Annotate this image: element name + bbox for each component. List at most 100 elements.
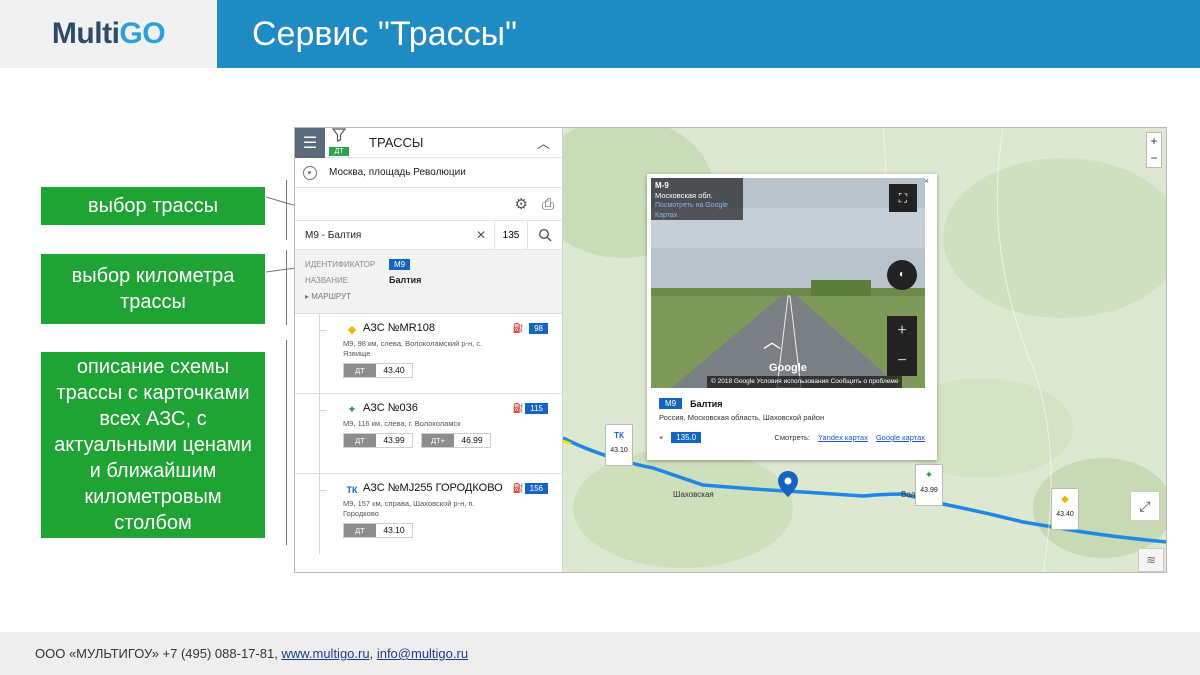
price-list: ДТ 43.10 xyxy=(343,523,562,538)
location-text: Москва, площадь Революции xyxy=(329,167,466,178)
sv-road: М-9 xyxy=(655,181,669,190)
rosneft-logo-icon: ◆ xyxy=(347,324,357,336)
station-address: М9, 98 км, слева, Волоколамский р-н, с. … xyxy=(343,339,483,358)
street-view-header: М-9 Московская обл. Посмотреть на Google… xyxy=(651,178,743,220)
tatneft-logo-icon: ✦ xyxy=(347,404,357,416)
map-zoom-control[interactable]: + − xyxy=(1146,132,1162,168)
route-input[interactable]: М9 - Балтия ✕ xyxy=(295,220,495,250)
app-window: ☰ ДТ ТРАССЫ ︿ Москва, площадь Революции … xyxy=(294,127,1167,573)
fuel-pump-icon: ⛽ xyxy=(512,323,524,333)
marker-price: 43.40 xyxy=(1056,511,1074,518)
filter-icon xyxy=(332,128,346,142)
route-scheme-line xyxy=(319,394,320,473)
footer-site-link[interactable]: www.multigo.ru xyxy=(281,646,369,661)
map-view[interactable]: +− Шаховская Воло...мск ТК 43.10 ✦ 43.99… xyxy=(563,128,1166,572)
price-item: ДТ+ 46.99 xyxy=(421,433,491,448)
popup-km-badge: 135.0 xyxy=(671,432,702,443)
google-watermark: Google xyxy=(769,362,807,374)
rosneft-logo-icon: ◆ xyxy=(1061,494,1069,505)
station-card[interactable]: ◆ АЗС №MR108 ⛽ 98 М9, 98 км, слева, Воло… xyxy=(295,314,562,394)
popup-info: М9 Балтия Россия, Московская область, Ша… xyxy=(659,398,925,443)
routes-panel: ☰ ДТ ТРАССЫ ︿ Москва, площадь Революции … xyxy=(295,128,563,572)
watch-label: Смотреть: xyxy=(774,433,810,442)
price-item: ДТ 43.40 xyxy=(343,363,413,378)
km-badge: 156 xyxy=(524,483,548,494)
footer-contacts: ООО «МУЛЬТИГОУ» +7 (495) 088-17-81, www.… xyxy=(35,646,468,661)
footer-company: ООО «МУЛЬТИГОУ» +7 (495) 088-17-81, xyxy=(35,646,278,661)
clear-icon[interactable]: ✕ xyxy=(476,228,486,242)
station-card[interactable]: ✦ АЗС №036 ⛽ 115 М9, 116 км, слева, г. В… xyxy=(295,394,562,474)
street-view-footer: © 2018 Google Условия использования Сооб… xyxy=(707,376,903,388)
map-station-marker[interactable]: ✦ 43.99 xyxy=(915,464,943,506)
google-maps-link[interactable]: Google картах xyxy=(876,433,925,442)
fuel-price: 46.99 xyxy=(461,435,483,445)
filter-button[interactable]: ДТ xyxy=(325,128,353,158)
tools-row: ⚙ ⎙ xyxy=(295,188,562,220)
tk-logo-icon: ТК xyxy=(614,431,624,440)
km-badge: 98 xyxy=(529,323,548,334)
station-card[interactable]: ТК АЗС №MJ255 ГОРОДКОВО ⛽ 156 М9, 157 км… xyxy=(295,474,562,554)
sv-region: Московская обл. xyxy=(655,191,713,200)
footer-separator: , xyxy=(369,646,374,661)
price-item: ДТ 43.10 xyxy=(343,523,413,538)
street-view[interactable]: М-9 Московская обл. Посмотреть на Google… xyxy=(651,178,925,388)
menu-button[interactable]: ☰ xyxy=(295,128,325,158)
street-view-zoom[interactable]: + − xyxy=(887,316,917,376)
expand-icon[interactable]: ⛶ xyxy=(889,184,917,212)
map-station-marker[interactable]: ◆ 43.40 xyxy=(1051,488,1079,530)
footer-email-link[interactable]: info@multigo.ru xyxy=(377,646,468,661)
footer: ООО «МУЛЬТИГОУ» +7 (495) 088-17-81, www.… xyxy=(0,632,1200,675)
popup-route-badge: М9 xyxy=(659,398,683,409)
print-icon[interactable]: ⎙ xyxy=(542,196,554,213)
name-value: Балтия xyxy=(389,275,422,285)
popup-address: Россия, Московская область, Шаховской ра… xyxy=(659,413,825,422)
chevron-up-icon[interactable]: ︿ xyxy=(537,133,550,152)
navigation-arrow-icon[interactable]: ︿ xyxy=(763,328,781,354)
map-station-marker[interactable]: ТК 43.10 xyxy=(605,424,633,466)
search-button[interactable] xyxy=(528,228,562,242)
panel-title: ТРАССЫ xyxy=(369,135,424,150)
map-pin-small-icon: ⌖ xyxy=(659,432,664,442)
fuel-type: ДТ xyxy=(344,434,376,447)
fuel-price: 43.10 xyxy=(383,525,405,535)
location-row[interactable]: Москва, площадь Революции xyxy=(295,158,562,188)
fuel-price: 43.99 xyxy=(383,435,405,445)
price-list: ДТ 43.40 xyxy=(343,363,562,378)
tatneft-logo-icon: ✦ xyxy=(924,470,934,481)
zoom-out-icon[interactable]: − xyxy=(1147,150,1161,167)
route-toggle[interactable]: ▸ МАРШРУТ xyxy=(305,292,351,301)
fuel-pump-icon: ⛽ xyxy=(512,403,524,413)
zoom-in-icon[interactable]: + xyxy=(1147,133,1161,150)
km-badge: 115 xyxy=(525,403,548,414)
search-row: М9 - Балтия ✕ 135 xyxy=(295,220,562,250)
gear-icon[interactable]: ⚙ xyxy=(515,195,528,213)
fuel-pump-icon: ⛽ xyxy=(512,483,524,493)
compass-icon[interactable]: ◐ xyxy=(887,260,917,290)
station-address: М9, 116 км, слева, г. Волоколамск xyxy=(343,419,461,428)
fuel-type: ДТ xyxy=(344,524,376,537)
marker-price: 43.10 xyxy=(610,447,628,454)
panel-header: ☰ ДТ ТРАССЫ ︿ xyxy=(295,128,562,158)
zoom-in-icon[interactable]: + xyxy=(887,316,917,346)
route-info: ИДЕНТИФИКАТОР М9 НАЗВАНИЕ Балтия ▸ МАРШР… xyxy=(295,250,562,314)
price-list: ДТ 43.99 ДТ+ 46.99 xyxy=(343,433,562,448)
sv-google-link[interactable]: Посмотреть на Google Картах xyxy=(655,201,739,221)
id-badge: М9 xyxy=(389,258,411,270)
popup-title: Балтия xyxy=(690,398,723,409)
map-pin-icon[interactable] xyxy=(778,471,798,497)
layers-icon[interactable]: ≋ xyxy=(1138,548,1164,572)
route-input-value: М9 - Балтия xyxy=(305,229,362,241)
price-item: ДТ 43.99 xyxy=(343,433,413,448)
fuel-type: ДТ+ xyxy=(422,434,454,447)
tk-logo-icon: ТК xyxy=(346,485,358,495)
route-scheme-line xyxy=(319,314,320,393)
station-address: М9, 157 км, справа, Шаховской р-н, п. Го… xyxy=(343,499,475,518)
zoom-out-icon[interactable]: − xyxy=(887,346,917,376)
name-label: НАЗВАНИЕ xyxy=(305,275,349,285)
km-input[interactable]: 135 xyxy=(495,220,528,250)
fullscreen-icon[interactable]: ⤢ xyxy=(1130,491,1160,521)
location-icon xyxy=(303,165,317,180)
yandex-maps-link[interactable]: Yandex картах xyxy=(818,433,868,442)
fuel-type: ДТ xyxy=(344,364,376,377)
map-town-label: Шаховская xyxy=(673,490,714,499)
